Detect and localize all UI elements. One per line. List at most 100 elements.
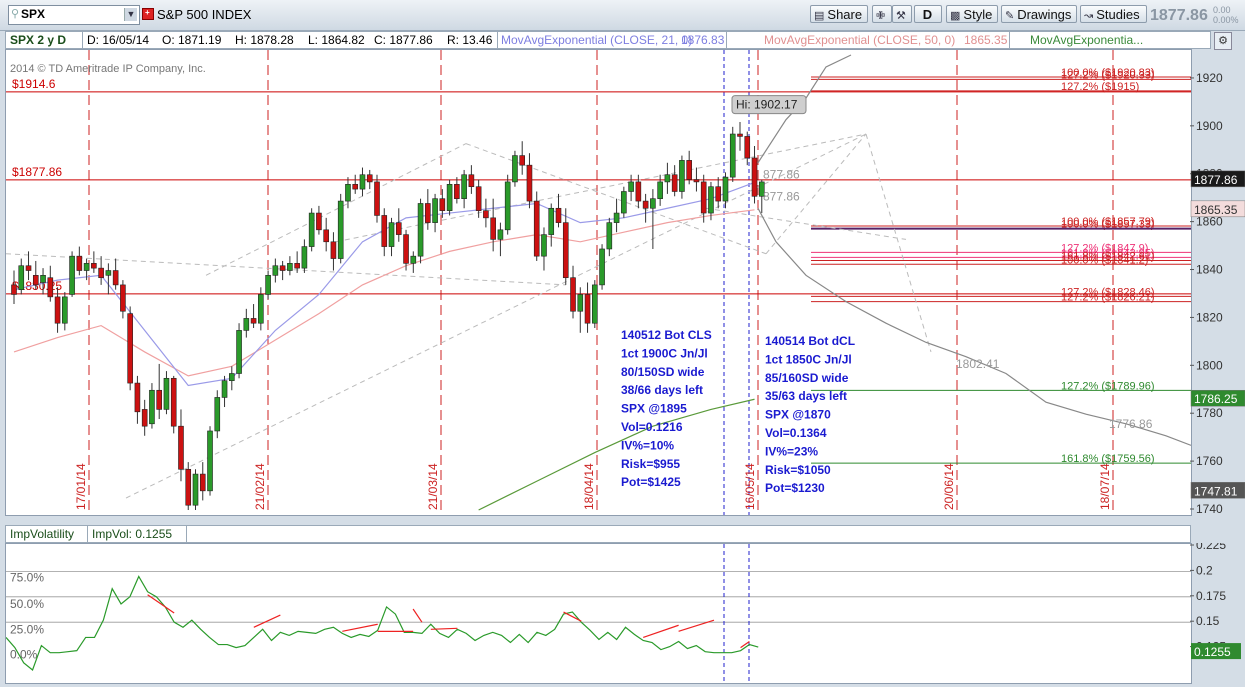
- candle-body: [526, 164, 533, 202]
- candle-body: [744, 136, 751, 159]
- volatility-axis: 0.1250.150.1750.20.2250.1255: [1190, 543, 1241, 660]
- candle-body: [91, 263, 97, 269]
- volatility-study-name[interactable]: ImpVolatility: [10, 527, 74, 541]
- left-tick-label: 0.0%: [10, 648, 38, 662]
- candle-body: [584, 294, 591, 324]
- candle-body: [170, 377, 177, 427]
- candle-body: [54, 296, 61, 324]
- last-price: 1877.86: [1150, 7, 1208, 24]
- ema21-label[interactable]: MovAvgExponential (CLOSE, 21, 0): [501, 33, 692, 47]
- trend-line: [705, 207, 907, 240]
- candle-body: [577, 294, 584, 312]
- candle-body: [446, 184, 453, 211]
- share-button[interactable]: ▤ Share: [810, 5, 868, 23]
- candle-body: [178, 425, 184, 470]
- alert-flag-icon[interactable]: +: [142, 8, 154, 20]
- symbol-input[interactable]: ⚲ SPX ▼: [8, 5, 140, 25]
- separator: [726, 32, 727, 48]
- separator: [1009, 32, 1010, 48]
- ema50-value: 1865.35: [964, 33, 1008, 47]
- candle-body: [504, 181, 511, 231]
- candle-body: [192, 473, 199, 506]
- candle-body: [635, 181, 642, 202]
- candle-body: [548, 207, 555, 235]
- candle-body: [729, 133, 736, 178]
- axis-tick-label: 0.175: [1196, 589, 1226, 603]
- candle-body: [76, 255, 83, 271]
- bar-high: H: 1878.28: [235, 33, 294, 47]
- candle-body: [83, 263, 90, 271]
- candle-body: [432, 198, 438, 223]
- axis-tick-label: 0.225: [1196, 543, 1226, 552]
- search-icon: ⚲: [11, 8, 20, 20]
- chart-settings-icon[interactable]: ⚙: [1214, 32, 1232, 50]
- candle-body: [570, 277, 576, 312]
- price-pane[interactable]: 2014 © TD Ameritrade IP Company, Inc. $19…: [5, 49, 1192, 516]
- candle-body: [207, 430, 213, 492]
- candle-body: [250, 318, 257, 324]
- price-change: 0.00 0.00%: [1213, 5, 1239, 25]
- date-label: 21/03/14: [426, 463, 440, 510]
- candle-body: [490, 217, 496, 240]
- candle-body: [751, 157, 758, 197]
- candle-body: [105, 270, 112, 276]
- wrench-tool-button[interactable]: ⚒: [892, 5, 912, 23]
- fib-label: 127.2% ($1915): [1061, 81, 1139, 93]
- volatility-pane[interactable]: 0.0% 25.0% 50.0% 75.0%: [5, 543, 1192, 684]
- change-abs: 0.00: [1213, 5, 1231, 15]
- candle-body: [352, 184, 359, 190]
- candle-body: [199, 473, 206, 492]
- trade-note-line: Risk=$1050: [765, 463, 831, 477]
- crosshair-tool-button[interactable]: ✙: [872, 5, 892, 23]
- change-pct: 0.00%: [1213, 15, 1239, 25]
- axis-tick-label: 0.15: [1196, 614, 1220, 628]
- studies-button[interactable]: ↝ Studies: [1080, 5, 1147, 23]
- chart-period[interactable]: SPX 2 y D: [10, 33, 66, 47]
- drawings-label: Drawings: [1017, 7, 1072, 22]
- candle-body: [156, 389, 162, 410]
- ema-long-label[interactable]: MovAvgExponentia...: [1030, 33, 1143, 47]
- studies-icon: ↝: [1084, 10, 1094, 22]
- candle-body: [628, 181, 634, 192]
- candle-body: [32, 275, 39, 286]
- projection-label: 877.86: [763, 189, 800, 203]
- crosshair-icon: ✙: [876, 10, 886, 22]
- trade-note-line: 85/160SD wide: [765, 371, 849, 385]
- trade-note-line: IV%=23%: [765, 444, 818, 458]
- candle-body: [657, 181, 663, 199]
- style-button[interactable]: ▩ Style: [946, 5, 998, 23]
- chart-header: SPX 2 y D D: 16/05/14 O: 1871.19 H: 1878…: [5, 31, 1211, 49]
- drawings-button[interactable]: ✎ Drawings: [1001, 5, 1077, 23]
- projection-label: 1802.41: [956, 357, 1000, 371]
- ema21-value: 1876.83: [681, 33, 725, 47]
- price-tag-label: 1877.86: [1194, 173, 1238, 187]
- trade-note-line: Vol=0.1364: [765, 426, 827, 440]
- symbol-value: SPX: [21, 7, 46, 21]
- aggregation-button[interactable]: D: [914, 5, 942, 23]
- candle-body: [439, 198, 446, 211]
- ema50-label[interactable]: MovAvgExponential (CLOSE, 50, 0): [764, 33, 955, 47]
- candle-body: [308, 212, 315, 247]
- candle-body: [243, 318, 250, 331]
- candle-body: [279, 265, 286, 271]
- projection-label: 877.86: [763, 168, 800, 182]
- candle-body: [555, 207, 562, 223]
- separator: [87, 526, 88, 542]
- symbol-dropdown-icon[interactable]: ▼: [124, 8, 137, 21]
- candle-body: [613, 212, 620, 223]
- bar-range: R: 13.46: [447, 33, 493, 47]
- trade-note-line: SPX @1895: [621, 402, 687, 416]
- level-label: $1914.6: [12, 77, 56, 91]
- candle-body: [403, 234, 409, 264]
- candle-body: [272, 265, 279, 276]
- candle-body: [686, 160, 692, 180]
- toolbar: ⚲ SPX ▼ + S&P 500 INDEX ▤ Share ✙ ⚒ D ▩ St…: [0, 0, 1245, 31]
- candle-body: [337, 200, 344, 259]
- candle-body: [425, 203, 431, 223]
- candle-body: [454, 184, 460, 199]
- candle-body: [700, 181, 707, 214]
- candle-body: [737, 133, 743, 137]
- candle-body: [141, 409, 148, 427]
- trade-note-line: Vol=0.1216: [621, 420, 683, 434]
- candle-body: [301, 246, 308, 269]
